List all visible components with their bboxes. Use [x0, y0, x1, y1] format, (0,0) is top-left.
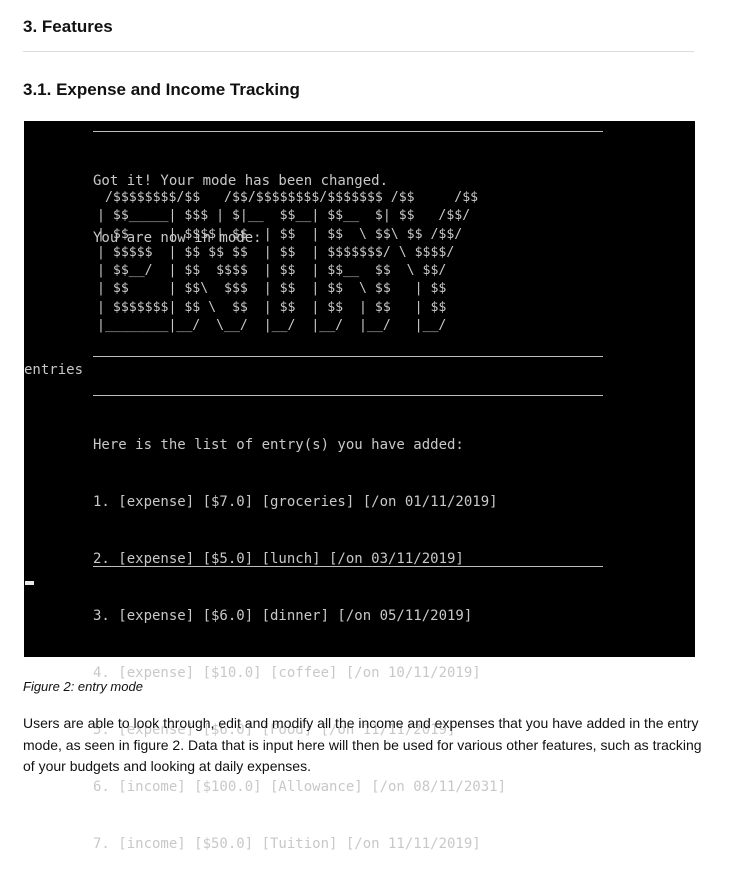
list-item: 3. [expense] [$6.0] [dinner] [/on 05/11/…	[93, 608, 473, 624]
terminal-divider-list-top	[93, 395, 603, 396]
section-heading: 3. Features	[23, 17, 113, 36]
terminal-divider-banner	[93, 356, 603, 357]
terminal-screenshot: Got it! Your mode has been changed. You …	[24, 121, 695, 852]
entry-list-header: Here is the list of entry(s) you have ad…	[93, 437, 464, 453]
subsection-heading: 3.1. Expense and Income Tracking	[23, 80, 300, 99]
figure-caption: Figure 2: entry mode	[23, 679, 143, 694]
list-item: 7. [income] [$50.0] [Tuition] [/on 11/11…	[93, 836, 481, 852]
terminal-divider-list-bottom	[93, 566, 603, 567]
terminal-divider-top	[93, 131, 603, 132]
body-paragraph: Users are able to look through, edit and…	[23, 715, 702, 774]
terminal-cursor	[25, 581, 34, 585]
entry-ascii-banner: /$$$$$$$$/$$ /$$/$$$$$$$$/$$$$$$$ /$$ /$…	[97, 190, 479, 334]
heading-divider	[23, 51, 694, 52]
entry-list: Here is the list of entry(s) you have ad…	[93, 398, 506, 892]
list-item: 6. [income] [$100.0] [Allowance] [/on 08…	[93, 779, 507, 795]
mode-prompt: entries	[24, 362, 84, 378]
list-item: 4. [expense] [$10.0] [coffee] [/on 10/11…	[93, 665, 481, 681]
list-item: 1. [expense] [$7.0] [groceries] [/on 01/…	[93, 494, 498, 510]
